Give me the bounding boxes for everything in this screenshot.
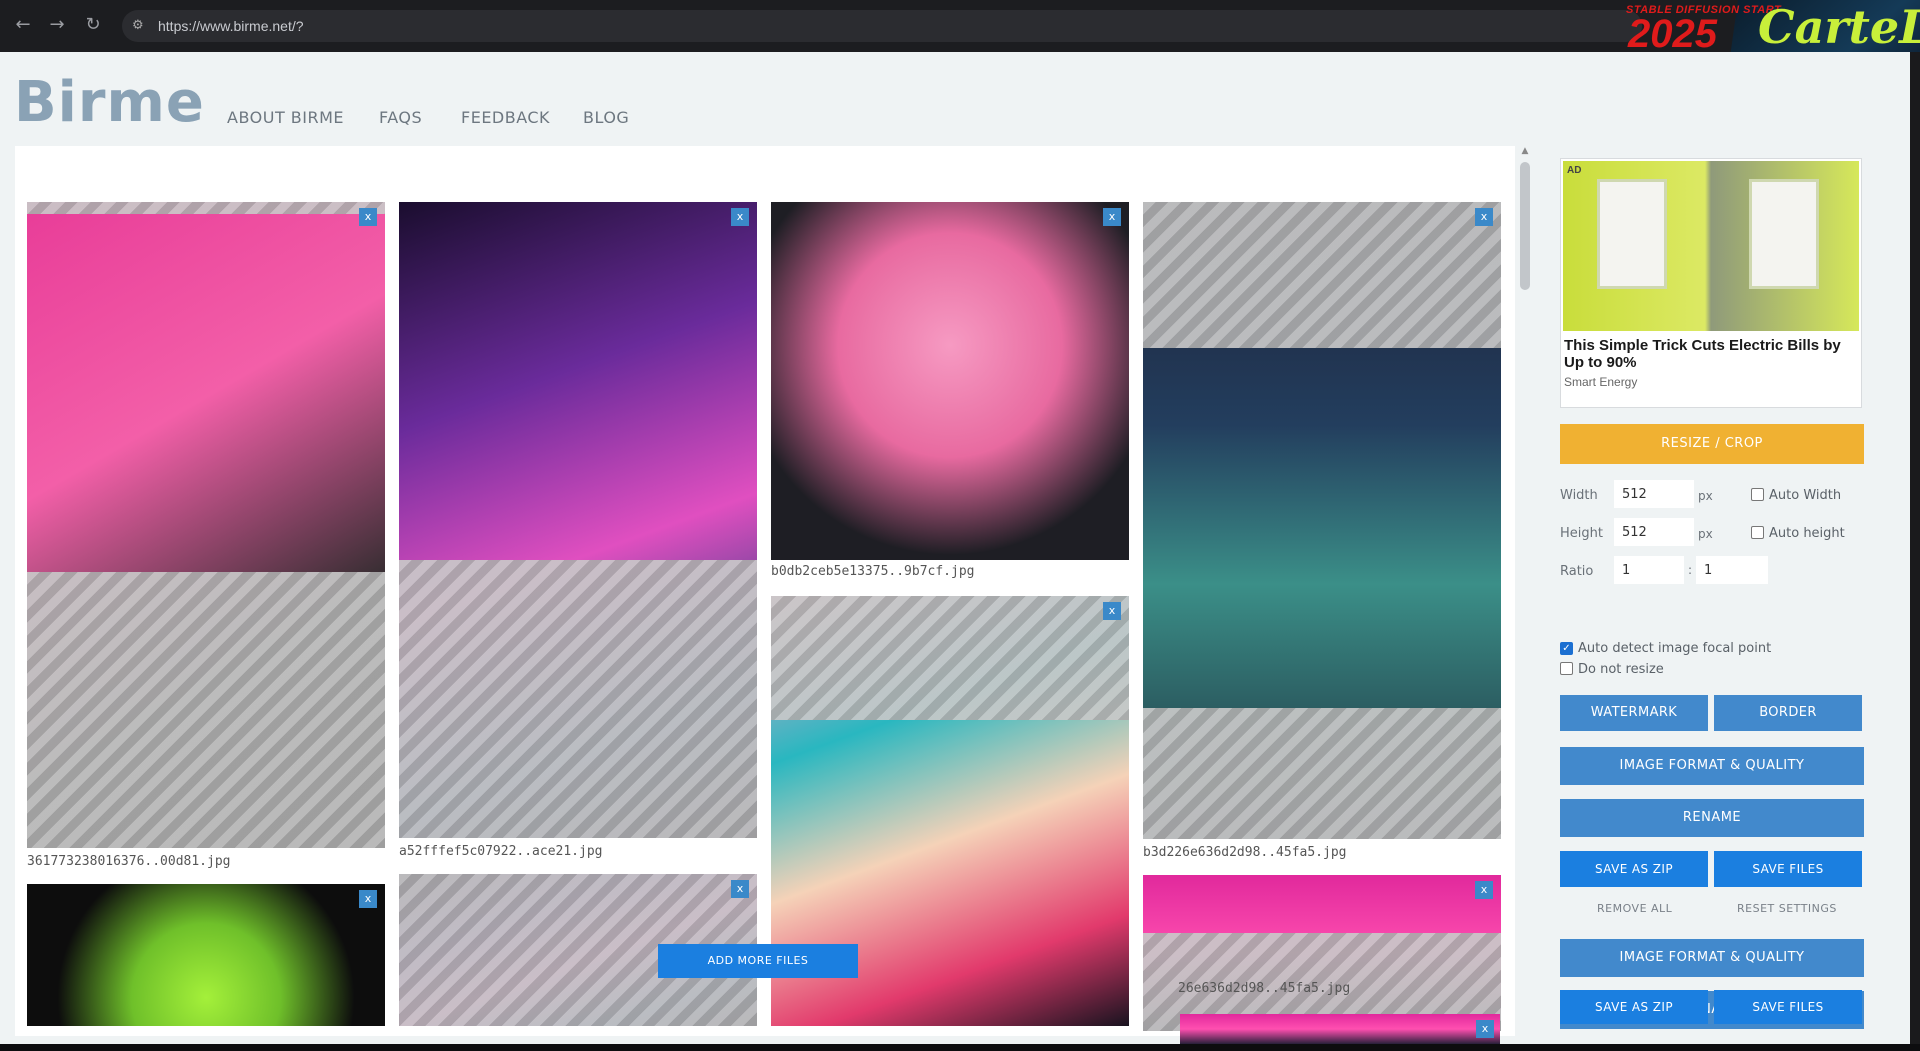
image-thumbnail[interactable] bbox=[1180, 1014, 1500, 1044]
image-filename: 26e636d2d98..45fa5.jpg bbox=[1178, 981, 1351, 996]
border-button[interactable]: BORDER bbox=[1714, 695, 1862, 731]
remove-image-button[interactable]: x bbox=[1475, 208, 1493, 226]
remove-image-button[interactable]: x bbox=[731, 208, 749, 226]
remove-image-button[interactable]: x bbox=[1103, 602, 1121, 620]
ratio-separator: : bbox=[1688, 563, 1693, 577]
window-edge bbox=[1910, 52, 1920, 1044]
add-more-files-button[interactable]: ADD MORE FILES bbox=[658, 944, 858, 978]
overlay-tag: CarteL bbox=[1758, 0, 1920, 54]
auto-height-label: Auto height bbox=[1769, 526, 1845, 541]
remove-image-button[interactable]: x bbox=[359, 890, 377, 908]
rename-button[interactable]: RENAME bbox=[1560, 799, 1864, 837]
remove-image-button[interactable]: x bbox=[731, 880, 749, 898]
auto-width-label: Auto Width bbox=[1769, 488, 1842, 503]
ad-title[interactable]: This Simple Trick Cuts Electric Bills by… bbox=[1564, 337, 1856, 371]
remove-image-button[interactable]: x bbox=[1475, 881, 1493, 899]
image-filename: a52fffef5c07922..ace21.jpg bbox=[399, 844, 603, 859]
image-filename: 361773238016376..00d81.jpg bbox=[27, 854, 231, 869]
do-not-resize-checkbox[interactable] bbox=[1560, 662, 1573, 675]
image-thumbnail[interactable] bbox=[1143, 202, 1501, 839]
width-label: Width bbox=[1560, 488, 1598, 503]
height-input[interactable] bbox=[1614, 518, 1694, 546]
crop-mask bbox=[1143, 708, 1501, 839]
ratio-label: Ratio bbox=[1560, 564, 1594, 579]
watermark-button[interactable]: WATERMARK bbox=[1560, 695, 1708, 731]
image-filename: b3d226e636d2d98..45fa5.jpg bbox=[1143, 845, 1347, 860]
window-bottom-edge bbox=[0, 1044, 1920, 1051]
nav-blog[interactable]: BLOG bbox=[583, 108, 629, 127]
remove-image-button[interactable]: x bbox=[359, 208, 377, 226]
back-icon[interactable]: ← bbox=[12, 14, 34, 36]
crop-mask bbox=[27, 572, 385, 848]
save-as-zip-button[interactable]: SAVE AS ZIP bbox=[1560, 851, 1708, 887]
ad-product-image bbox=[1749, 179, 1819, 289]
ratio-height-input[interactable] bbox=[1696, 556, 1768, 584]
tune-icon[interactable]: ⚙ bbox=[132, 17, 150, 35]
auto-height-checkbox[interactable] bbox=[1751, 526, 1764, 539]
crop-mask bbox=[27, 202, 385, 214]
ad-image: AD bbox=[1563, 161, 1859, 331]
crop-mask bbox=[1143, 202, 1501, 348]
remove-all-link[interactable]: REMOVE ALL bbox=[1597, 902, 1672, 915]
image-format-quality-button[interactable]: IMAGE FORMAT & QUALITY bbox=[1560, 939, 1864, 977]
auto-detect-checkbox[interactable]: ✓ bbox=[1560, 642, 1573, 655]
save-files-button[interactable]: SAVE FILES bbox=[1714, 990, 1862, 1024]
gallery-scrollbar[interactable]: ▲ bbox=[1518, 146, 1532, 1046]
save-as-zip-button[interactable]: SAVE AS ZIP bbox=[1560, 990, 1708, 1024]
crop-mask bbox=[771, 596, 1129, 720]
advertisement[interactable]: AD This Simple Trick Cuts Electric Bills… bbox=[1560, 158, 1862, 408]
birme-page: Birme ABOUT BIRME FAQS FEEDBACK BLOG x 3… bbox=[0, 52, 1910, 1044]
auto-width-checkbox[interactable] bbox=[1751, 488, 1764, 501]
site-logo[interactable]: Birme bbox=[14, 70, 205, 135]
scroll-up-icon[interactable]: ▲ bbox=[1518, 146, 1532, 158]
image-filename: b0db2ceb5e13375..9b7cf.jpg bbox=[771, 564, 975, 579]
address-bar[interactable]: ⚙ https://www.birme.net/? bbox=[122, 10, 1642, 42]
ad-source: Smart Energy bbox=[1564, 375, 1638, 389]
height-label: Height bbox=[1560, 526, 1603, 541]
remove-image-button[interactable]: x bbox=[1103, 208, 1121, 226]
scroll-thumb[interactable] bbox=[1520, 162, 1530, 290]
image-thumbnail[interactable] bbox=[1143, 875, 1501, 1031]
nav-feedback[interactable]: FEEDBACK bbox=[461, 108, 550, 127]
save-files-button[interactable]: SAVE FILES bbox=[1714, 851, 1862, 887]
ad-badge: AD bbox=[1567, 165, 1582, 176]
image-gallery: x 361773238016376..00d81.jpg x x a52fffe… bbox=[15, 146, 1515, 1036]
overlay-year: 2025 bbox=[1628, 12, 1717, 56]
width-unit: px bbox=[1698, 489, 1713, 503]
auto-detect-label: Auto detect image focal point bbox=[1578, 641, 1772, 656]
reload-icon[interactable]: ↻ bbox=[82, 14, 104, 36]
height-unit: px bbox=[1698, 527, 1713, 541]
ratio-width-input[interactable] bbox=[1614, 556, 1684, 584]
image-thumbnail[interactable] bbox=[27, 202, 385, 848]
image-format-quality-button[interactable]: IMAGE FORMAT & QUALITY bbox=[1560, 747, 1864, 785]
image-thumbnail[interactable] bbox=[27, 884, 385, 1026]
image-thumbnail[interactable] bbox=[771, 202, 1129, 560]
nav-about[interactable]: ABOUT BIRME bbox=[227, 108, 344, 127]
reset-settings-link[interactable]: RESET SETTINGS bbox=[1737, 902, 1837, 915]
image-thumbnail[interactable] bbox=[399, 202, 757, 838]
crop-mask bbox=[399, 560, 757, 838]
do-not-resize-label: Do not resize bbox=[1578, 662, 1664, 677]
resize-crop-button[interactable]: RESIZE / CROP bbox=[1560, 424, 1864, 464]
ad-product-image bbox=[1597, 179, 1667, 289]
forward-icon[interactable]: → bbox=[46, 14, 68, 36]
url-text: https://www.birme.net/? bbox=[158, 18, 304, 34]
width-input[interactable] bbox=[1614, 480, 1694, 508]
remove-image-button[interactable]: x bbox=[1476, 1020, 1494, 1038]
settings-sidebar: AD This Simple Trick Cuts Electric Bills… bbox=[1547, 146, 1907, 1044]
browser-toolbar: ← → ↻ ⚙ https://www.birme.net/? STABLE D… bbox=[0, 0, 1920, 122]
nav-faqs[interactable]: FAQS bbox=[379, 108, 422, 127]
